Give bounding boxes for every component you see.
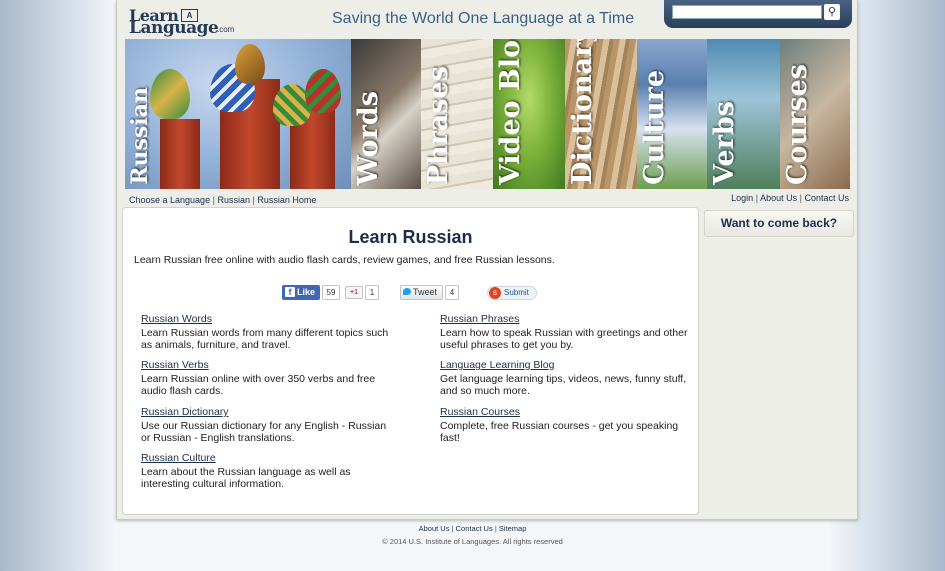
social-share-bar: f Like 59 +1 1 Tweet 4 s Submit (282, 285, 542, 301)
footer-sitemap-link[interactable]: Sitemap (499, 524, 527, 533)
topic-russian-courses: Russian Courses Complete, free Russian c… (440, 406, 690, 444)
banner-label: Courses (782, 64, 813, 185)
topic-description: Use our Russian dictionary for any Engli… (141, 420, 387, 444)
banner-panel-russian[interactable]: Russian (125, 39, 351, 189)
topic-russian-words: Russian Words Learn Russian words from m… (141, 313, 391, 351)
banner-label: Dictionary (567, 39, 598, 185)
topic-description: Learn Russian online with over 350 verbs… (141, 373, 376, 397)
topic-description: Learn Russian words from many different … (141, 327, 389, 351)
topic-link[interactable]: Russian Phrases (440, 313, 690, 325)
footer-about-us-link[interactable]: About Us (419, 524, 450, 533)
stumbleupon-submit-button[interactable]: s Submit (487, 286, 537, 300)
onion-dome (150, 69, 190, 119)
banner-panel-words[interactable]: Words (351, 39, 421, 189)
breadcrumb-link-russian-home[interactable]: Russian Home (257, 195, 316, 205)
topic-link[interactable]: Language Learning Blog (440, 359, 690, 371)
breadcrumb-link-choose-language[interactable]: Choose a Language (129, 195, 210, 205)
topic-russian-phrases: Russian Phrases Learn how to speak Russi… (440, 313, 690, 351)
site-tagline: Saving the World One Language at a Time (332, 10, 635, 27)
facebook-icon: f (285, 287, 295, 297)
topic-link[interactable]: Russian Words (141, 313, 391, 325)
login-link[interactable]: Login (731, 193, 753, 203)
submit-label: Submit (504, 288, 529, 297)
tweet-count: 4 (445, 285, 459, 300)
banner-panel-dictionary[interactable]: Dictionary (565, 39, 637, 189)
google-plus-count: 1 (365, 285, 379, 300)
banner-panel-culture[interactable]: Culture (637, 39, 707, 189)
account-links: Login | About Us | Contact Us (731, 193, 849, 203)
facebook-like-label: Like (297, 287, 316, 297)
cathedral-tower (160, 119, 200, 189)
topic-link[interactable]: Russian Dictionary (141, 406, 391, 418)
search-input[interactable] (672, 5, 822, 19)
come-back-prompt[interactable]: Want to come back? (704, 210, 854, 237)
logo-text-bottom: Language (129, 18, 219, 38)
main-content: Learn Russian Learn Russian free online … (122, 207, 699, 515)
footer-contact-us-link[interactable]: Contact Us (456, 524, 493, 533)
breadcrumb-separator: | (252, 195, 255, 205)
topic-description: Get language learning tips, videos, news… (440, 373, 687, 397)
facebook-like-count: 59 (322, 285, 340, 300)
banner-label: Words (353, 90, 384, 185)
logo-domain: .com (217, 25, 235, 34)
footer-separator: | (494, 524, 497, 533)
banner-label: Video Blog (495, 39, 526, 185)
google-plus-button[interactable]: +1 (345, 286, 363, 299)
breadcrumb-link-russian[interactable]: Russian (217, 195, 250, 205)
intro-text: Learn Russian free online with audio fla… (134, 254, 555, 266)
stumbleupon-icon: s (489, 287, 501, 299)
topic-description: Learn how to speak Russian with greeting… (440, 327, 688, 351)
facebook-like-button[interactable]: f Like (282, 285, 320, 300)
topic-link[interactable]: Russian Verbs (141, 359, 391, 371)
magnifier-icon: ⚲ (827, 6, 837, 18)
footer-links: About Us | Contact Us | Sitemap (0, 524, 945, 533)
page-container: Learn A Language .com Saving the World O… (116, 0, 858, 520)
breadcrumb-separator: | (212, 195, 215, 205)
topic-russian-verbs: Russian Verbs Learn Russian online with … (141, 359, 391, 397)
onion-dome (305, 69, 341, 113)
banner-label: Verbs (709, 101, 740, 185)
site-logo[interactable]: Learn A Language .com (129, 6, 239, 38)
topic-link[interactable]: Russian Culture (141, 452, 391, 464)
link-separator: | (755, 193, 759, 203)
banner-panel-phrases[interactable]: Phrases (421, 39, 493, 189)
topic-language-learning-blog: Language Learning Blog Get language lear… (440, 359, 690, 397)
twitter-bird-icon (403, 288, 411, 295)
about-us-link[interactable]: About Us (760, 193, 797, 203)
topic-description: Complete, free Russian courses - get you… (440, 420, 679, 444)
topic-link[interactable]: Russian Courses (440, 406, 690, 418)
banner-panel-video-blog[interactable]: Video Blog (493, 39, 565, 189)
banner-label: Culture (639, 70, 670, 185)
topic-description: Learn about the Russian language as well… (141, 466, 351, 490)
tweet-button[interactable]: Tweet (400, 285, 443, 300)
contact-us-link[interactable]: Contact Us (804, 193, 849, 203)
banner-label: Phrases (423, 65, 454, 185)
tweet-label: Tweet (413, 287, 438, 297)
search-button[interactable]: ⚲ (824, 4, 840, 20)
banner-panel-courses[interactable]: Courses (780, 39, 850, 189)
topic-russian-dictionary: Russian Dictionary Use our Russian dicti… (141, 406, 391, 444)
link-separator: | (799, 193, 802, 203)
copyright-notice: © 2014 U.S. Institute of Languages. All … (382, 537, 563, 546)
banner-label: Russian (127, 87, 153, 185)
search-bar: ⚲ (664, 0, 852, 28)
topic-banner: Russian Words Phrases Video Blog Diction… (125, 39, 850, 189)
page-title: Learn Russian (348, 227, 473, 247)
footer-separator: | (451, 524, 454, 533)
breadcrumb: Choose a Language | Russian | Russian Ho… (129, 195, 316, 205)
banner-panel-verbs[interactable]: Verbs (707, 39, 780, 189)
topic-russian-culture: Russian Culture Learn about the Russian … (141, 452, 391, 490)
onion-dome (235, 44, 265, 84)
